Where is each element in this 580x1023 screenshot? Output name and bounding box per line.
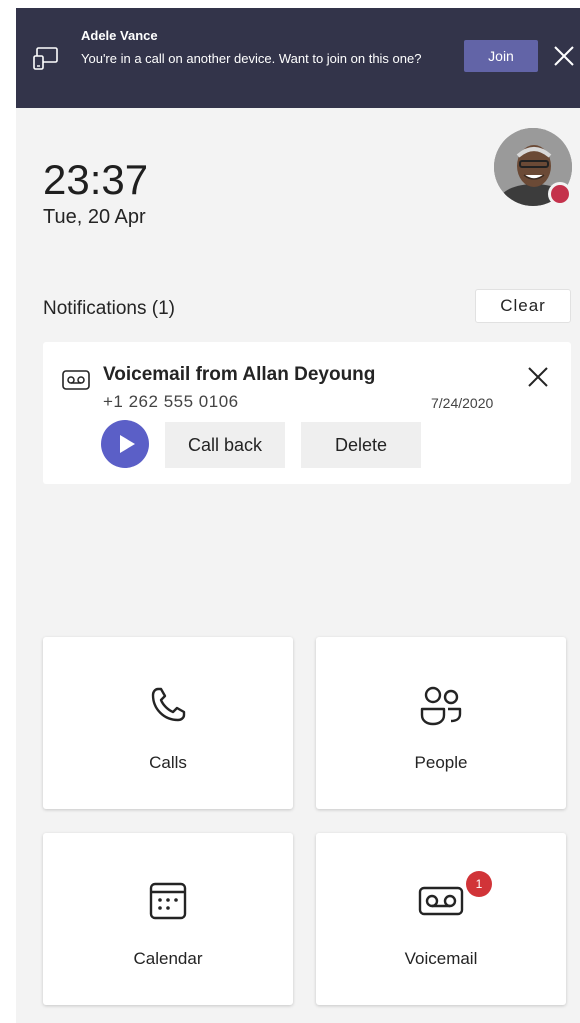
tile-label: Voicemail <box>404 949 478 968</box>
presence-status-badge <box>548 182 572 206</box>
tile-label: People <box>414 753 468 772</box>
dismiss-notification-icon[interactable] <box>525 364 551 390</box>
tile-voicemail[interactable]: 1 Voicemail <box>316 833 566 1005</box>
tile-label: Calls <box>149 753 187 772</box>
voicemail-icon <box>418 886 464 916</box>
call-back-button[interactable]: Call back <box>165 422 285 468</box>
close-icon[interactable] <box>552 44 576 68</box>
notification-title: Voicemail from Allan Deyoung <box>103 364 376 385</box>
banner-message: You're in a call on another device. Want… <box>81 51 422 66</box>
play-voicemail-button[interactable] <box>101 420 149 468</box>
phone-icon <box>151 687 186 722</box>
clear-notifications-button[interactable]: Clear <box>475 289 571 323</box>
home-screen: Adele Vance You're in a call on another … <box>16 8 580 1023</box>
call-transfer-banner: Adele Vance You're in a call on another … <box>16 8 580 108</box>
voicemail-count-badge: 1 <box>466 871 492 897</box>
notification-date: 7/24/2020 <box>431 395 494 411</box>
delete-button[interactable]: Delete <box>301 422 421 468</box>
join-button[interactable]: Join <box>464 40 538 72</box>
transfer-device-icon <box>33 47 58 70</box>
people-icon <box>420 686 462 726</box>
notification-phone: +1 262 555 0106 <box>103 392 239 411</box>
voicemail-icon <box>62 370 90 390</box>
calendar-icon <box>149 882 187 920</box>
tile-calendar[interactable]: Calendar <box>43 833 293 1005</box>
notifications-heading: Notifications (1) <box>43 298 175 319</box>
tile-label: Calendar <box>133 949 203 968</box>
play-icon <box>120 435 135 453</box>
tile-people[interactable]: People <box>316 637 566 809</box>
clock-time: 23:37 <box>43 156 149 203</box>
tile-calls[interactable]: Calls <box>43 637 293 809</box>
banner-caller-name: Adele Vance <box>81 28 158 43</box>
notification-card[interactable]: Voicemail from Allan Deyoung +1 262 555 … <box>43 342 571 484</box>
clock-date: Tue, 20 Apr <box>43 206 146 228</box>
